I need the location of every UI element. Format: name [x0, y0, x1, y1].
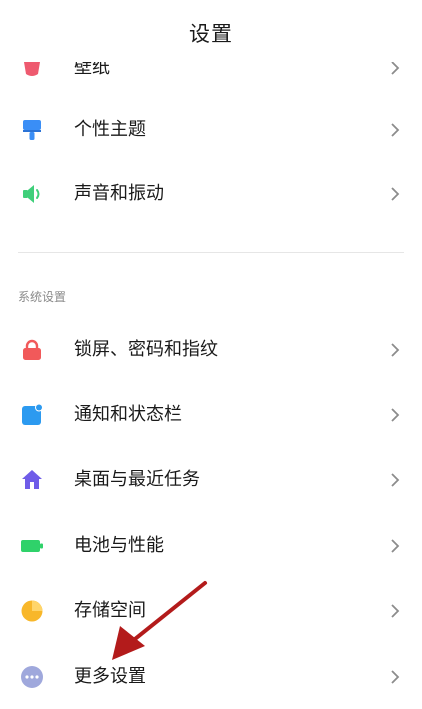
settings-item-theme[interactable]: 个性主题 [0, 98, 422, 162]
chevron-right-icon [390, 60, 400, 76]
chevron-right-icon [390, 342, 400, 358]
chevron-right-icon [390, 407, 400, 423]
settings-item-home-screen[interactable]: 桌面与最近任务 [0, 448, 422, 512]
chevron-right-icon [390, 186, 400, 202]
settings-item-battery[interactable]: 电池与性能 [0, 514, 422, 578]
section-title: 系统设置 [18, 290, 67, 304]
settings-item-label: 个性主题 [74, 119, 146, 140]
chevron-right-icon [390, 538, 400, 554]
theme-brush-icon [20, 118, 44, 142]
settings-item-label: 声音和振动 [74, 183, 164, 204]
settings-item-label: 电池与性能 [74, 535, 164, 556]
notification-icon [20, 403, 44, 427]
page-title: 设置 [189, 22, 233, 46]
settings-item-label: 更多设置 [74, 666, 146, 687]
settings-item-label: 存储空间 [74, 600, 146, 621]
battery-icon [20, 534, 44, 558]
speaker-icon [20, 182, 44, 206]
chevron-right-icon [390, 669, 400, 685]
lock-icon [20, 338, 44, 362]
settings-list: 壁纸 个性主题 声音和振动 系统设置 锁屏、密码和指纹 通知和状态栏 桌面与最近… [0, 0, 422, 691]
storage-pie-icon [20, 599, 44, 623]
more-dots-icon [20, 665, 44, 689]
chevron-right-icon [390, 603, 400, 619]
chevron-right-icon [390, 122, 400, 138]
settings-item-notifications[interactable]: 通知和状态栏 [0, 383, 422, 447]
settings-item-lockscreen[interactable]: 锁屏、密码和指纹 [0, 318, 422, 382]
settings-item-storage[interactable]: 存储空间 [0, 579, 422, 643]
settings-item-label: 通知和状态栏 [74, 404, 182, 425]
settings-item-label: 桌面与最近任务 [74, 469, 200, 490]
chevron-right-icon [390, 472, 400, 488]
settings-item-more[interactable]: 更多设置 [0, 645, 422, 709]
section-divider [18, 252, 404, 253]
title-bar: 设置 [0, 0, 422, 62]
settings-item-label: 锁屏、密码和指纹 [74, 339, 218, 360]
settings-item-sound[interactable]: 声音和振动 [0, 162, 422, 226]
home-icon [20, 468, 44, 492]
